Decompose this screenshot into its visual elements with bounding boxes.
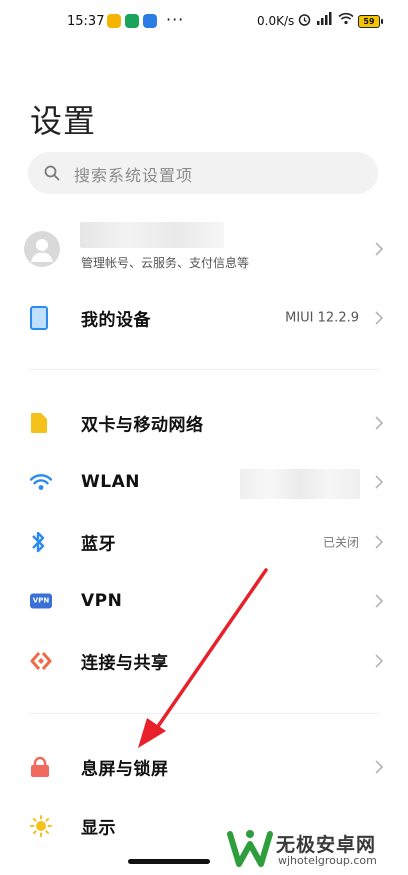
bluetooth-label: 蓝牙 [81,534,116,555]
divider [30,369,378,370]
my-device-label: 我的设备 [81,310,151,331]
wifi-status-icon [338,12,354,25]
search-bar[interactable]: 搜索系统设置项 [28,152,378,194]
sim-card-icon [31,413,47,433]
wlan-label: WLAN [81,472,140,492]
wifi-icon [30,474,52,490]
bluetooth-row[interactable]: 蓝牙 已关闭 [0,513,408,571]
chevron-right-icon [375,242,383,256]
watermark-logo-icon [227,830,273,867]
dual-sim-label: 双卡与移动网络 [81,415,204,436]
network-speed: 0.0K/s [257,14,295,28]
watermark-url: wjhotelgroup.com [278,854,377,867]
miui-version: MIUI 12.2.9 [285,310,359,326]
account-subtitle: 管理帐号、云服务、支付信息等 [81,256,250,270]
notification-app-icon [143,14,157,28]
account-row[interactable]: 管理帐号、云服务、支付信息等 [0,220,408,278]
watermark: 无极安卓网 wjhotelgroup.com [226,824,402,874]
chevron-right-icon [375,475,383,489]
more-notifications-icon: ··· [166,10,185,29]
vpn-label: VPN [81,591,123,611]
signal-icon [317,12,332,25]
chevron-right-icon [375,594,383,608]
lock-icon [31,756,49,777]
lock-screen-label: 息屏与锁屏 [81,759,169,780]
chevron-right-icon [375,654,383,668]
search-icon [44,165,60,181]
search-placeholder: 搜索系统设置项 [74,166,194,185]
wlan-network-redacted [240,469,360,499]
my-device-row[interactable]: 我的设备 MIUI 12.2.9 [0,289,408,347]
connection-sharing-icon [30,652,52,670]
page-title: 设置 [30,102,97,140]
alarm-icon [298,14,311,26]
status-time: 15:37 [67,14,105,29]
chevron-right-icon [375,760,383,774]
device-icon [30,306,48,330]
divider [30,713,378,714]
connection-sharing-label: 连接与共享 [81,653,169,674]
chevron-right-icon [375,416,383,430]
account-name-redacted [80,222,224,248]
home-indicator[interactable] [128,859,210,864]
avatar [24,231,60,267]
watermark-title: 无极安卓网 [276,834,377,856]
notification-app-icon [107,14,121,28]
status-bar: 15:37 ··· 0.0K/s 59 [0,0,408,44]
connection-sharing-row[interactable]: 连接与共享 [0,632,408,690]
bluetooth-status: 已关闭 [322,535,359,550]
chevron-right-icon [375,311,383,325]
lock-screen-row[interactable]: 息屏与锁屏 [0,738,408,796]
vpn-row[interactable]: VPN VPN [0,572,408,630]
notification-app-icon [125,14,139,28]
battery-icon: 59 [358,15,383,28]
vpn-icon: VPN [30,593,52,609]
sun-icon [30,815,52,837]
chevron-right-icon [375,535,383,549]
user-icon [31,239,53,262]
bluetooth-icon [32,531,45,553]
dual-sim-row[interactable]: 双卡与移动网络 [0,394,408,452]
display-label: 显示 [81,818,116,839]
